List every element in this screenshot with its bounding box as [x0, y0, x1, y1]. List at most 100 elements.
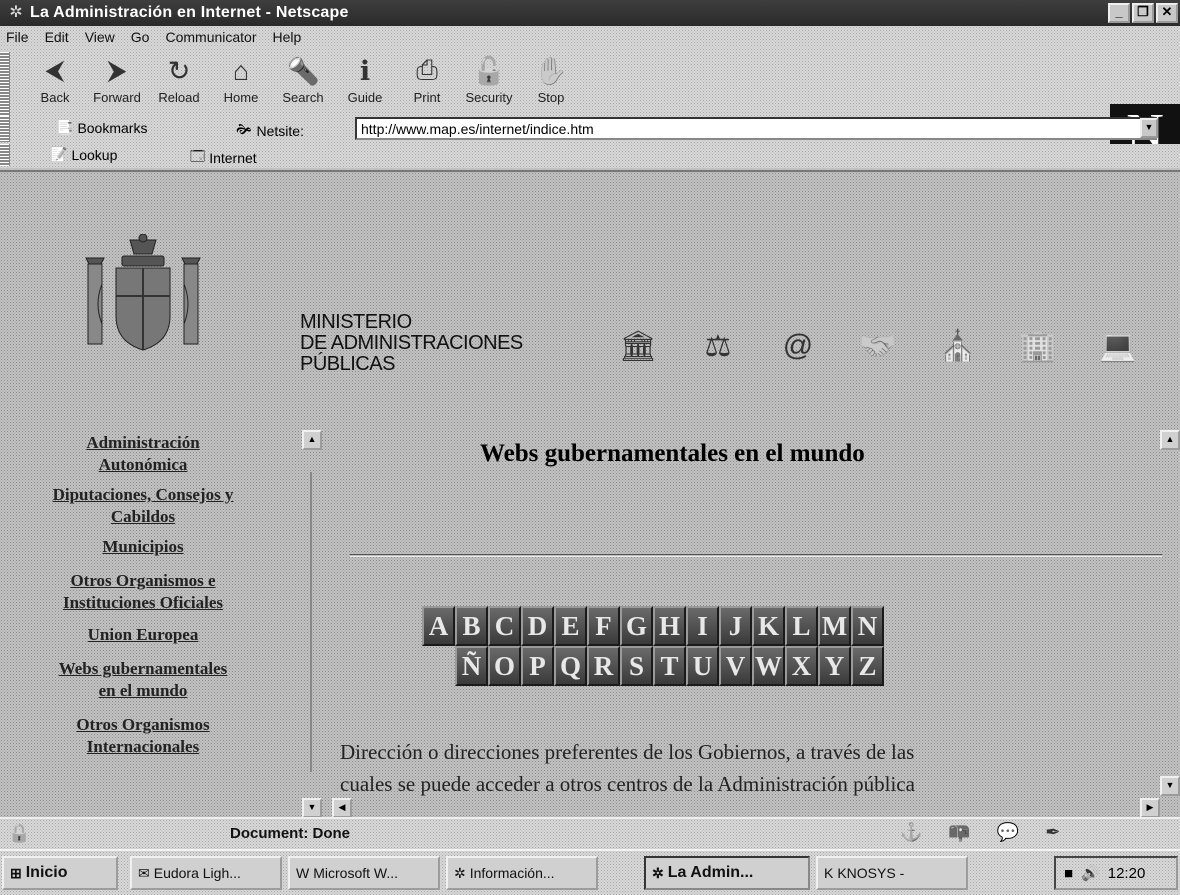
- email-at-icon[interactable]: @: [760, 322, 836, 370]
- netscape-icon[interactable]: ✲: [6, 3, 26, 23]
- personal-grip[interactable]: [0, 144, 10, 166]
- letter-link[interactable]: R: [587, 646, 620, 686]
- letter-link[interactable]: Q: [554, 646, 587, 686]
- letter-link[interactable]: I: [686, 606, 719, 646]
- letter-link[interactable]: T: [653, 646, 686, 686]
- task-button[interactable]: W Microsoft W...: [288, 856, 440, 890]
- search-button[interactable]: 🔦 Search: [272, 54, 334, 105]
- url-input[interactable]: [355, 117, 1157, 140]
- minimize-button[interactable]: _: [1108, 3, 1130, 23]
- menu-file[interactable]: File: [0, 29, 37, 45]
- menu-go[interactable]: Go: [123, 29, 158, 45]
- task-button-active[interactable]: ✲ La Admin...: [644, 856, 810, 890]
- menu-communicator[interactable]: Communicator: [157, 29, 264, 45]
- menu-help[interactable]: Help: [265, 29, 310, 45]
- lookup-icon: 📝: [50, 146, 68, 162]
- home-button[interactable]: ⌂ Home: [210, 54, 272, 106]
- back-button[interactable]: ⮜ Back: [24, 54, 86, 105]
- forward-button[interactable]: ⮞ Forward: [86, 54, 148, 105]
- reload-button[interactable]: ↻ Reload: [148, 54, 210, 106]
- toolbar-button-label: Home: [223, 90, 259, 105]
- letter-link[interactable]: S: [620, 646, 653, 686]
- toolbar-grip[interactable]: [0, 52, 10, 120]
- letter-link[interactable]: E: [554, 606, 587, 646]
- letter-link[interactable]: G: [620, 606, 653, 646]
- letter-link[interactable]: B: [455, 606, 488, 646]
- sidebar-item-diputaciones[interactable]: Diputaciones, Consejos y Cabildos: [0, 484, 286, 528]
- stop-button[interactable]: ✋ Stop: [520, 54, 582, 105]
- sidebar-scroll-down-button[interactable]: ▼: [302, 798, 322, 817]
- lookup-button[interactable]: 📝 Lookup: [50, 146, 117, 163]
- letter-link[interactable]: Z: [851, 646, 884, 686]
- security-button[interactable]: 🔓 Security: [458, 54, 520, 105]
- sidebar-item-municipios[interactable]: Municipios: [0, 536, 286, 558]
- task-button[interactable]: ✉ Eudora Ligh...: [130, 856, 282, 890]
- sidebar-scrollbar[interactable]: [310, 472, 326, 772]
- government-building-icon[interactable]: 🏢: [1000, 322, 1076, 370]
- sidebar-item-label: Autonómica: [98, 455, 188, 474]
- building-icon[interactable]: 🏛: [600, 322, 676, 370]
- letter-link[interactable]: Ñ: [455, 646, 488, 686]
- letter-link[interactable]: X: [785, 646, 818, 686]
- main-scroll-up-button[interactable]: ▲: [1160, 430, 1180, 450]
- maximize-button[interactable]: ❐: [1132, 3, 1154, 23]
- alphabet-row: ÑOPQRSTUVWXYZ: [455, 646, 884, 686]
- clock[interactable]: 12:20: [1108, 865, 1146, 882]
- letter-link[interactable]: L: [785, 606, 818, 646]
- sidebar-item-webs-gubernamentales[interactable]: Webs gubernamentales en el mundo: [0, 658, 286, 702]
- letter-link[interactable]: Y: [818, 646, 851, 686]
- security-status-icon[interactable]: 🔒: [8, 823, 30, 844]
- page-proxy-icon[interactable]: 🙞: [236, 119, 252, 143]
- volume-icon[interactable]: 🔊: [1081, 864, 1100, 882]
- mailbox-icon[interactable]: 📪: [948, 822, 970, 843]
- location-grip[interactable]: [0, 116, 10, 142]
- composer-icon[interactable]: ✒: [1045, 822, 1060, 843]
- sidebar-item-otros-organismos[interactable]: Otros Organismos e Instituciones Oficial…: [0, 570, 286, 614]
- sidebar-item-administracion-autonomica[interactable]: Administración Autonómica: [0, 432, 286, 476]
- letter-link[interactable]: U: [686, 646, 719, 686]
- church-icon[interactable]: ⛪: [920, 322, 996, 370]
- task-button[interactable]: K KNOSYS -: [816, 856, 968, 890]
- close-button[interactable]: ✕: [1156, 3, 1178, 23]
- letter-link[interactable]: D: [521, 606, 554, 646]
- letter-link[interactable]: V: [719, 646, 752, 686]
- sidebar-item-organismos-internacionales[interactable]: Otros Organismos Internacionales: [0, 714, 286, 758]
- letter-link[interactable]: H: [653, 606, 686, 646]
- letter-link[interactable]: K: [752, 606, 785, 646]
- navigator-icon[interactable]: ⚓: [900, 822, 922, 843]
- letter-link[interactable]: A: [422, 606, 455, 646]
- ministry-line: PÚBLICAS: [300, 353, 395, 375]
- handshake-icon[interactable]: 🤝: [840, 322, 916, 370]
- menu-edit[interactable]: Edit: [37, 29, 77, 45]
- task-button[interactable]: ✲ Información...: [446, 856, 598, 890]
- print-button[interactable]: ⎙ Print: [396, 54, 458, 105]
- computer-icon[interactable]: 💻: [1080, 322, 1156, 370]
- start-button[interactable]: ⊞ Inicio: [2, 856, 118, 890]
- letter-link[interactable]: W: [752, 646, 785, 686]
- letter-link[interactable]: F: [587, 606, 620, 646]
- sidebar-frame: Administración Autonómica Diputaciones, …: [0, 420, 300, 817]
- guide-button[interactable]: ℹ Guide: [334, 54, 396, 106]
- url-dropdown-button[interactable]: ▼: [1140, 118, 1158, 138]
- letter-link[interactable]: N: [851, 606, 884, 646]
- bookmarks-button[interactable]: 📑 Bookmarks: [56, 119, 147, 136]
- letter-link[interactable]: J: [719, 606, 752, 646]
- main-scroll-left-button[interactable]: ◀: [332, 798, 352, 817]
- netscape-icon: ✲: [454, 864, 466, 881]
- discussions-icon[interactable]: 💬: [997, 822, 1019, 843]
- main-scroll-down-button[interactable]: ▼: [1160, 776, 1180, 796]
- sidebar-item-union-europea[interactable]: Union Europea: [0, 624, 286, 646]
- internet-button[interactable]: 🗔 Internet: [190, 146, 257, 170]
- netsite-label: Netsite:: [256, 123, 304, 139]
- intro-line: cuales se puede acceder a otros centros …: [340, 772, 915, 796]
- sidebar-item-label: Otros Organismos: [76, 715, 210, 734]
- sidebar-scroll-up-button[interactable]: ▲: [302, 430, 322, 450]
- letter-link[interactable]: C: [488, 606, 521, 646]
- menu-view[interactable]: View: [77, 29, 123, 45]
- person-scale-icon[interactable]: ⚖: [680, 322, 756, 370]
- main-scroll-right-button[interactable]: ▶: [1140, 798, 1160, 817]
- monitor-icon[interactable]: ■: [1064, 865, 1073, 882]
- letter-link[interactable]: M: [818, 606, 851, 646]
- letter-link[interactable]: O: [488, 646, 521, 686]
- letter-link[interactable]: P: [521, 646, 554, 686]
